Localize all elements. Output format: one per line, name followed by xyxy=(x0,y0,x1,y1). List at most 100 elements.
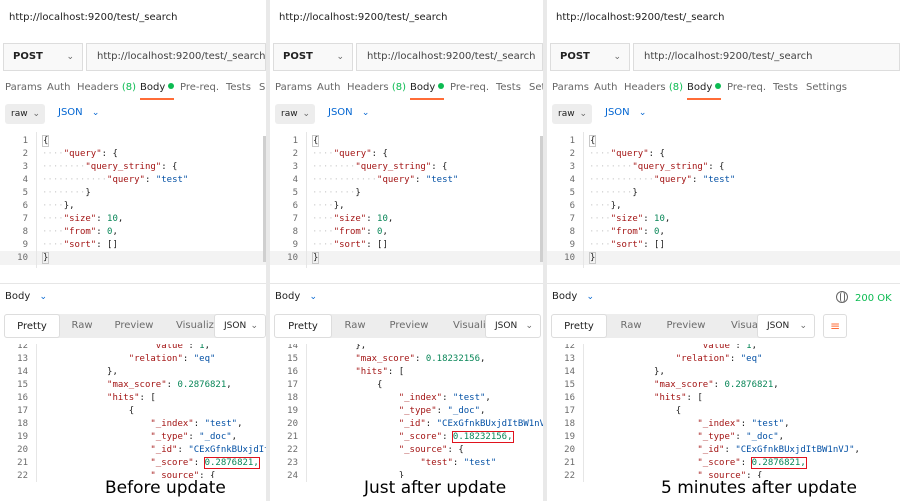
tab-body[interactable]: Body xyxy=(140,82,175,100)
postman-panel-before: http://localhost:9200/test/_search POST … xyxy=(0,0,266,501)
body-language-select[interactable]: JSON ⌄ xyxy=(328,107,369,118)
tab-settings[interactable]: Settings xyxy=(806,82,847,93)
wrap-lines-icon[interactable]: ≡ xyxy=(823,314,847,338)
code-text: "_id": "CExGfnkBUxjdItBW1nVJ", xyxy=(697,445,860,455)
view-tab-raw[interactable]: Raw xyxy=(62,314,102,338)
body-mode-select[interactable]: raw ⌄ xyxy=(552,104,592,124)
line-number: 9 xyxy=(569,240,575,250)
tab-body[interactable]: Body xyxy=(410,82,445,100)
response-body-toggle[interactable]: Body ⌄ xyxy=(552,291,594,302)
pane-divider[interactable] xyxy=(270,283,543,284)
code-text: "_index": "test", xyxy=(398,393,491,403)
line-number: 17 xyxy=(287,380,298,390)
score-highlight-box: 0.18232156, xyxy=(451,431,514,443)
format-select[interactable]: JSON ⌄ xyxy=(214,314,266,338)
response-title: Body xyxy=(552,291,578,302)
body-mode-select[interactable]: raw ⌄ xyxy=(5,104,45,124)
tab-headers[interactable]: Headers (8) xyxy=(347,82,406,93)
tab-auth[interactable]: Auth xyxy=(317,82,340,93)
request-tab-title[interactable]: http://localhost:9200/test/_search xyxy=(556,12,725,23)
headers-count: (8) xyxy=(391,82,406,93)
tab-tests[interactable]: Tests xyxy=(496,82,521,93)
view-tab-raw[interactable]: Raw xyxy=(609,314,653,338)
editor-scrollbar[interactable] xyxy=(540,136,543,262)
response-title: Body xyxy=(5,291,31,302)
body-language-select[interactable]: JSON ⌄ xyxy=(58,107,99,118)
line-number: 12 xyxy=(17,344,28,351)
pane-divider[interactable] xyxy=(547,283,900,284)
line-number: 6 xyxy=(292,201,298,211)
request-bar: POST ⌄ http://localhost:9200/test/_searc… xyxy=(550,43,900,71)
code-text: "_id": "CExGfnkBUxjdItBW1nVJ", xyxy=(150,445,266,455)
tab-params[interactable]: Params xyxy=(275,82,312,93)
tab-headers[interactable]: Headers (8) xyxy=(77,82,136,93)
code-text: "relation": "eq" xyxy=(675,354,763,364)
response-body-toggle[interactable]: Body ⌄ xyxy=(5,291,47,302)
request-body-editor[interactable]: 1 {2 ····"query": {3 ········"query_string"… xyxy=(547,132,900,269)
tab-headers-label: Headers xyxy=(624,82,666,93)
chevron-down-icon: ⌄ xyxy=(250,321,258,331)
tab-params[interactable]: Params xyxy=(552,82,589,93)
body-language-select[interactable]: JSON ⌄ xyxy=(605,107,646,118)
url-input[interactable]: http://localhost:9200/test/_search xyxy=(86,43,266,71)
line-number: 21 xyxy=(17,458,28,468)
view-tab-pretty[interactable]: Pretty xyxy=(274,314,332,338)
tab-settings[interactable]: Set xyxy=(529,82,543,93)
format-select[interactable]: JSON ⌄ xyxy=(485,314,541,338)
tab-pre-request[interactable]: Pre-req. xyxy=(727,82,766,93)
tab-pre-request[interactable]: Pre-req. xyxy=(450,82,489,93)
line-number: 7 xyxy=(569,214,575,224)
code-text: ········"query_string": { xyxy=(589,162,725,172)
line-number: 12 xyxy=(564,344,575,351)
tab-pre-request[interactable]: Pre-req. xyxy=(180,82,219,93)
request-body-editor[interactable]: 1 {2 ····"query": {3 ········"query_string"… xyxy=(0,132,266,269)
view-tab-preview[interactable]: Preview xyxy=(104,314,164,338)
tab-settings[interactable]: S xyxy=(259,82,265,93)
request-body-editor[interactable]: 1 {2 ····"query": {3 ········"query_string"… xyxy=(270,132,543,269)
tab-tests[interactable]: Tests xyxy=(773,82,798,93)
postman-panel-five-minutes: http://localhost:9200/test/_search POST … xyxy=(547,0,900,501)
view-tab-preview[interactable]: Preview xyxy=(655,314,717,338)
code-text: { xyxy=(42,406,135,416)
body-mode-label: raw xyxy=(558,109,575,119)
line-number: 21 xyxy=(564,458,575,468)
code-text: "_source": { xyxy=(398,445,464,455)
url-input[interactable]: http://localhost:9200/test/_search xyxy=(356,43,543,71)
pane-divider[interactable] xyxy=(0,283,266,284)
response-body-viewer[interactable]: 12 "value": 1, 13 "relation": "eq" 14 }, 15… xyxy=(0,344,266,482)
view-tab-raw[interactable]: Raw xyxy=(334,314,376,338)
code-text: ····"size": 10, xyxy=(42,214,124,224)
chevron-down-icon: ⌄ xyxy=(361,108,370,118)
tab-headers[interactable]: Headers (8) xyxy=(624,82,683,93)
headers-count: (8) xyxy=(121,82,136,93)
request-tab-title[interactable]: http://localhost:9200/test/_search xyxy=(9,12,178,23)
url-input[interactable]: http://localhost:9200/test/_search xyxy=(633,43,900,71)
format-select[interactable]: JSON ⌄ xyxy=(757,314,815,338)
line-number: 18 xyxy=(17,419,28,429)
code-text: "_index": "test", xyxy=(150,419,243,429)
line-number: 14 xyxy=(287,344,298,351)
chevron-down-icon: ⌄ xyxy=(525,321,533,331)
method-select[interactable]: POST ⌄ xyxy=(3,43,83,71)
tab-body[interactable]: Body xyxy=(687,82,722,100)
tab-auth[interactable]: Auth xyxy=(47,82,70,93)
view-tab-pretty[interactable]: Pretty xyxy=(4,314,60,338)
view-tab-preview[interactable]: Preview xyxy=(378,314,440,338)
tab-tests[interactable]: Tests xyxy=(226,82,251,93)
method-select[interactable]: POST ⌄ xyxy=(550,43,630,71)
line-number: 2 xyxy=(22,149,28,159)
method-select[interactable]: POST ⌄ xyxy=(273,43,353,71)
editor-scrollbar[interactable] xyxy=(263,136,266,262)
request-tab-title[interactable]: http://localhost:9200/test/_search xyxy=(279,12,448,23)
body-mode-select[interactable]: raw ⌄ xyxy=(275,104,315,124)
response-body-toggle[interactable]: Body ⌄ xyxy=(275,291,317,302)
response-body-viewer[interactable]: 14 }, 15 "max_score": 0.18232156, 16 "hits… xyxy=(270,344,543,482)
line-number: 14 xyxy=(17,367,28,377)
response-body-viewer[interactable]: 12 "value": 1, 13 "relation": "eq" 14 }, 15… xyxy=(547,344,900,482)
code-text: }, xyxy=(312,344,367,351)
code-text: "_index": "test", xyxy=(697,419,790,429)
view-tab-pretty[interactable]: Pretty xyxy=(551,314,607,338)
tab-auth[interactable]: Auth xyxy=(594,82,617,93)
tab-params[interactable]: Params xyxy=(5,82,42,93)
chevron-down-icon: ⌄ xyxy=(336,52,344,62)
